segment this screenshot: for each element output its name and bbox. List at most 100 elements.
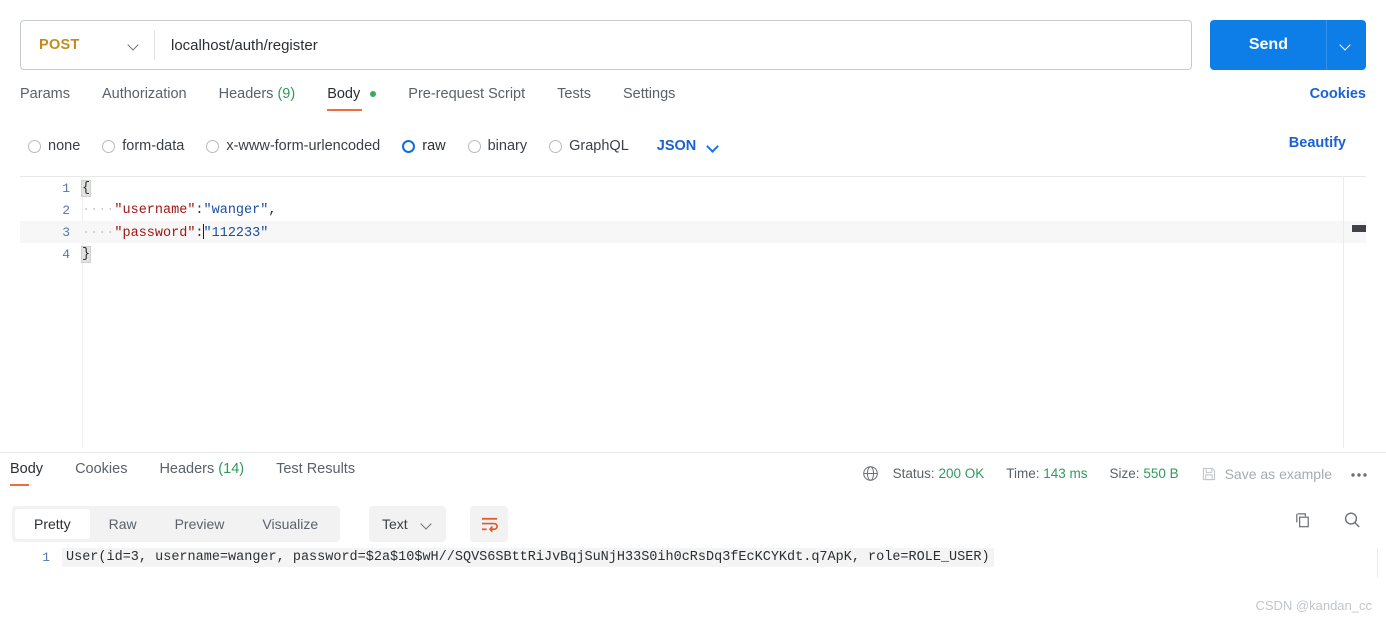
beautify-link[interactable]: Beautify	[1289, 135, 1346, 151]
response-body-viewer[interactable]: 1 User(id=3, username=wanger, password=$…	[0, 546, 1386, 586]
pill-label: Preview	[174, 516, 225, 532]
chevron-down-icon	[422, 519, 433, 530]
response-more-options-button[interactable]	[1350, 466, 1368, 481]
response-tab-cookies[interactable]: Cookies	[75, 461, 127, 486]
tab-headers[interactable]: Headers (9)	[219, 86, 296, 111]
radio-label: none	[48, 138, 81, 154]
tab-params[interactable]: Params	[20, 86, 70, 111]
save-as-example-button[interactable]: Save as example	[1201, 466, 1332, 482]
view-mode-preview[interactable]: Preview	[156, 509, 244, 539]
copy-button[interactable]	[1293, 511, 1312, 530]
tab-label: Settings	[622, 86, 676, 102]
radio-icon	[549, 139, 563, 153]
body-type-none[interactable]: none	[28, 138, 80, 154]
tab-tests[interactable]: Tests	[557, 86, 591, 111]
response-code-line: 1 User(id=3, username=wanger, password=$…	[0, 546, 1386, 568]
line-content: ····"password":"112233"	[82, 223, 269, 241]
json-value: "112233"	[203, 225, 269, 241]
body-type-row: none form-data x-www-form-urlencoded raw…	[28, 134, 1366, 158]
raw-format-selector[interactable]: JSON	[657, 138, 720, 154]
view-mode-raw[interactable]: Raw	[90, 509, 156, 539]
response-meta-bar: Body Cookies Headers (14) Test Results S…	[0, 452, 1386, 498]
content-type-selector[interactable]: Text	[369, 506, 446, 542]
word-wrap-toggle[interactable]	[470, 506, 508, 542]
search-button[interactable]	[1342, 510, 1362, 530]
save-icon	[1202, 467, 1215, 480]
content-type-label: Text	[382, 516, 408, 532]
body-type-urlencoded[interactable]: x-www-form-urlencoded	[206, 138, 380, 154]
watermark: CSDN @kandan_cc	[1255, 598, 1372, 613]
view-mode-pretty[interactable]: Pretty	[15, 509, 90, 539]
code-line: 4 }	[20, 243, 1366, 265]
tab-label: Test Results	[276, 461, 356, 477]
url-input[interactable]	[155, 21, 1192, 69]
code-line-active: 3 ····"password":"112233"	[20, 221, 1366, 243]
time-label: Time:	[1006, 466, 1040, 481]
word-wrap-icon	[481, 517, 498, 532]
radio-icon	[28, 139, 41, 153]
cookies-link[interactable]: Cookies	[1310, 86, 1366, 102]
json-comma: ,	[268, 202, 277, 218]
brace-open: {	[80, 179, 92, 197]
tab-label: Tests	[557, 86, 591, 102]
radio-icon	[467, 139, 481, 153]
view-mode-visualize[interactable]: Visualize	[243, 509, 337, 539]
response-tab-body[interactable]: Body	[10, 461, 43, 486]
json-key: "username"	[114, 202, 196, 218]
status-value: 200 OK	[938, 466, 985, 481]
line-content: ····"username":"wanger",	[82, 203, 276, 218]
tab-pre-request-script[interactable]: Pre-request Script	[408, 86, 525, 111]
request-tab-bar: Params Authorization Headers (9) Body Pr…	[20, 86, 1366, 118]
line-number: 3	[62, 224, 70, 240]
response-scrollbar-track[interactable]	[1377, 548, 1378, 578]
search-icon	[1344, 512, 1360, 528]
pill-label: Raw	[108, 516, 137, 532]
body-type-raw[interactable]: raw	[402, 138, 446, 154]
tab-label: Params	[20, 86, 70, 102]
response-body-text: User(id=3, username=wanger, password=$2a…	[62, 547, 994, 567]
http-method-selector[interactable]: POST	[21, 21, 154, 69]
tab-label: Pre-request Script	[408, 86, 526, 102]
body-type-form-data[interactable]: form-data	[102, 138, 184, 154]
send-button[interactable]: Send	[1210, 20, 1327, 70]
response-tab-test-results[interactable]: Test Results	[276, 461, 355, 486]
send-group: Send	[1210, 20, 1366, 70]
tab-label: Body	[10, 461, 44, 477]
size-stat: Size: 550 B	[1110, 466, 1179, 481]
response-format-toolbar: Pretty Raw Preview Visualize Text	[0, 500, 1386, 546]
response-stats: Status: 200 OK Time: 143 ms Size: 550 B …	[862, 465, 1368, 482]
line-content: {	[80, 179, 92, 197]
request-body-editor[interactable]: 1 { 2 ····"username":"wanger", 3 ····"pa…	[20, 176, 1366, 448]
code-area[interactable]: 1 { 2 ····"username":"wanger", 3 ····"pa…	[20, 177, 1366, 448]
send-options-button[interactable]	[1326, 20, 1366, 70]
status-stat: Status: 200 OK	[893, 466, 985, 481]
tab-body[interactable]: Body	[327, 86, 377, 111]
radio-icon	[206, 139, 220, 153]
tab-label: Headers	[159, 461, 215, 477]
response-tab-headers[interactable]: Headers (14)	[159, 461, 244, 486]
response-view-mode-group: Pretty Raw Preview Visualize	[12, 506, 341, 542]
radio-label: GraphQL	[569, 138, 629, 154]
line-number: 1	[62, 180, 70, 196]
save-as-example-label: Save as example	[1224, 465, 1332, 482]
tab-authorization[interactable]: Authorization	[102, 86, 187, 111]
line-content: }	[80, 245, 92, 263]
editor-scrollbar-thumb[interactable]	[1352, 225, 1366, 232]
chevron-down-icon	[708, 141, 719, 152]
line-number: 2	[62, 202, 70, 218]
body-type-graphql[interactable]: GraphQL	[549, 138, 629, 154]
tab-settings[interactable]: Settings	[623, 86, 675, 111]
tab-label: Body	[327, 86, 361, 102]
body-type-binary[interactable]: binary	[467, 138, 527, 154]
json-key: "password"	[114, 225, 196, 241]
editor-scrollbar-track[interactable]	[1343, 177, 1344, 448]
radio-icon-selected	[402, 139, 416, 153]
method-url-group: POST	[20, 20, 1193, 70]
indent-guides: ····	[82, 202, 115, 218]
more-dots-icon	[1351, 473, 1367, 477]
tab-label: Cookies	[75, 461, 128, 477]
postman-request-response-view: POST Send Params Authorization Headers (…	[0, 0, 1386, 621]
response-action-icons	[1263, 510, 1362, 530]
code-line: 1 {	[20, 177, 1366, 199]
globe-icon	[862, 465, 879, 482]
